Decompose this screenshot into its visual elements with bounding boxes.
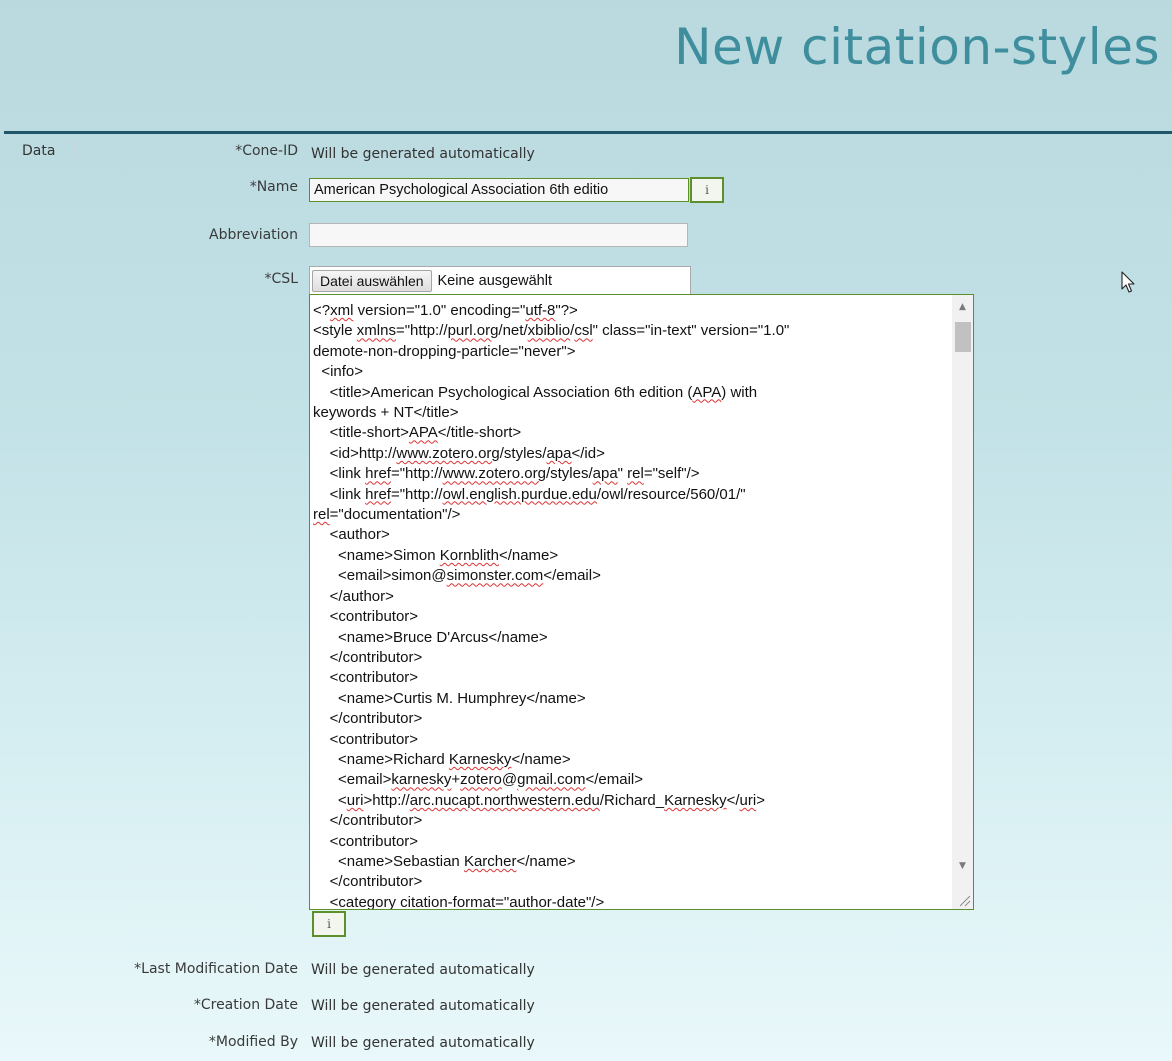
name-label: *Name bbox=[249, 179, 298, 195]
csl-line: <link href="http://www.zotero.org/styles… bbox=[313, 465, 700, 483]
spellcheck-word: simonster.com bbox=[446, 567, 544, 585]
name-info-button[interactable]: i bbox=[690, 177, 724, 203]
csl-label: *CSL bbox=[264, 271, 298, 287]
last-modification-date-value: Will be generated automatically bbox=[311, 962, 535, 978]
csl-line: <contributor> bbox=[313, 832, 419, 850]
modified-by-label: *Modified By bbox=[208, 1034, 298, 1050]
spellcheck-word: csl bbox=[574, 322, 593, 340]
csl-line: <name>Sebastian Karcher</name> bbox=[313, 852, 576, 870]
csl-info-button[interactable]: i bbox=[312, 911, 346, 937]
creation-date-value: Will be generated automatically bbox=[311, 998, 535, 1014]
spellcheck-word: gmail.com bbox=[517, 771, 586, 789]
spellcheck-word: uri bbox=[346, 791, 364, 809]
csl-line: <author> bbox=[313, 526, 390, 544]
csl-line: <title>American Psychological Associatio… bbox=[313, 383, 758, 401]
csl-textarea[interactable]: <?xml version="1.0" encoding="utf-8"?> <s… bbox=[309, 294, 974, 910]
spellcheck-word: utf-8 bbox=[525, 302, 556, 319]
csl-line: demote-non-dropping-particle="never"> bbox=[313, 342, 576, 360]
spellcheck-word: uri bbox=[739, 791, 757, 809]
csl-line: rel="documentation"/> bbox=[313, 506, 461, 524]
spellcheck-word: Kornblith bbox=[439, 546, 499, 564]
spellcheck-word: href bbox=[365, 485, 391, 503]
spellcheck-word: www.zotero.org bbox=[396, 444, 500, 462]
spellcheck-word: www.zotero.org bbox=[442, 465, 546, 483]
spellcheck-word: xbiblio bbox=[527, 322, 571, 340]
spellcheck-word: rel bbox=[627, 465, 644, 483]
scroll-up-arrow-icon[interactable]: ▲ bbox=[952, 298, 973, 316]
scroll-thumb[interactable] bbox=[955, 322, 971, 352]
csl-line: keywords + NT</title> bbox=[313, 404, 459, 422]
spellcheck-word: xmlns bbox=[356, 322, 396, 340]
page-title: New citation-styles bbox=[674, 18, 1160, 76]
spellcheck-word: apa bbox=[592, 465, 618, 483]
mouse-pointer-icon bbox=[1121, 271, 1135, 293]
csl-line: <name>Richard Karnesky</name> bbox=[313, 750, 571, 768]
abbreviation-input[interactable] bbox=[309, 223, 688, 247]
spellcheck-word: karnesky bbox=[391, 771, 452, 789]
resize-grip-icon[interactable] bbox=[957, 893, 971, 907]
spellcheck-word: rel bbox=[313, 506, 330, 524]
csl-line: <email>simon@simonster.com</email> bbox=[313, 567, 601, 585]
scroll-down-arrow-icon[interactable]: ▼ bbox=[952, 857, 973, 875]
section-tab-data[interactable]: Data bbox=[22, 143, 55, 159]
csl-line: <info> bbox=[313, 363, 364, 381]
last-modification-date-label: *Last Modification Date bbox=[134, 961, 298, 977]
spellcheck-word: APA bbox=[408, 424, 438, 442]
modified-by-value: Will be generated automatically bbox=[311, 1035, 535, 1051]
csl-line: <name>Bruce D'Arcus</name> bbox=[313, 628, 548, 646]
csl-content[interactable]: <?xml version="1.0" encoding="utf-8"?> <s… bbox=[313, 301, 948, 910]
spellcheck-word: xml bbox=[330, 302, 354, 319]
section-separator bbox=[74, 140, 75, 158]
creation-date-label: *Creation Date bbox=[193, 997, 298, 1013]
spellcheck-word: Karcher bbox=[463, 852, 517, 870]
spellcheck-word: Karnesky bbox=[448, 750, 512, 768]
spellcheck-word: Karnesky bbox=[664, 791, 727, 809]
abbreviation-label: Abbreviation bbox=[209, 227, 298, 243]
file-status-text: Keine ausgewählt bbox=[437, 272, 552, 289]
csl-line: <id>http://www.zotero.org/styles/apa</id… bbox=[313, 444, 605, 462]
csl-file-picker[interactable]: Datei auswählen Keine ausgewählt bbox=[309, 266, 691, 294]
csl-line: <name>Simon Kornblith</name> bbox=[313, 546, 559, 564]
csl-line: </contributor> bbox=[313, 710, 423, 728]
choose-file-button[interactable]: Datei auswählen bbox=[312, 269, 432, 292]
spellcheck-word: APA bbox=[692, 383, 722, 401]
spellcheck-word: zotero bbox=[460, 771, 502, 789]
spellcheck-word: purl.org bbox=[447, 322, 499, 340]
csl-line: <?xml version="1.0" encoding="utf-8"?> bbox=[313, 302, 578, 319]
spellcheck-word: apa bbox=[546, 444, 572, 462]
cone-id-value: Will be generated automatically bbox=[311, 146, 535, 162]
spellcheck-word: arc.nucapt.northwestern.edu bbox=[409, 791, 600, 809]
csl-line: <title-short>APA</title-short> bbox=[313, 424, 522, 442]
name-input[interactable] bbox=[309, 178, 689, 202]
spellcheck-word: owl.english.purdue.edu bbox=[442, 485, 597, 503]
csl-line: </author> bbox=[313, 587, 394, 605]
csl-line: </contributor> bbox=[313, 873, 423, 891]
csl-line: <contributor> bbox=[313, 669, 419, 687]
csl-scrollbar[interactable]: ▲ ▼ bbox=[952, 295, 973, 909]
csl-line: </contributor> bbox=[313, 648, 423, 666]
title-divider bbox=[4, 131, 1172, 134]
csl-line: <contributor> bbox=[313, 730, 419, 748]
cone-id-label: *Cone-ID bbox=[235, 143, 298, 159]
csl-line: <contributor> bbox=[313, 608, 419, 626]
csl-line: <category citation-format="author-date"/… bbox=[313, 893, 605, 910]
csl-line: <email>karnesky+zotero@gmail.com</email> bbox=[313, 771, 644, 789]
csl-line: <uri>http://arc.nucapt.northwestern.edu/… bbox=[313, 791, 765, 809]
csl-line: <style xmlns="http://purl.org/net/xbibli… bbox=[313, 322, 790, 340]
csl-line: </contributor> bbox=[313, 812, 423, 830]
spellcheck-word: href bbox=[365, 465, 391, 483]
csl-line: <name>Curtis M. Humphrey</name> bbox=[313, 689, 586, 707]
csl-line: <link href="http://owl.english.purdue.ed… bbox=[313, 485, 746, 503]
